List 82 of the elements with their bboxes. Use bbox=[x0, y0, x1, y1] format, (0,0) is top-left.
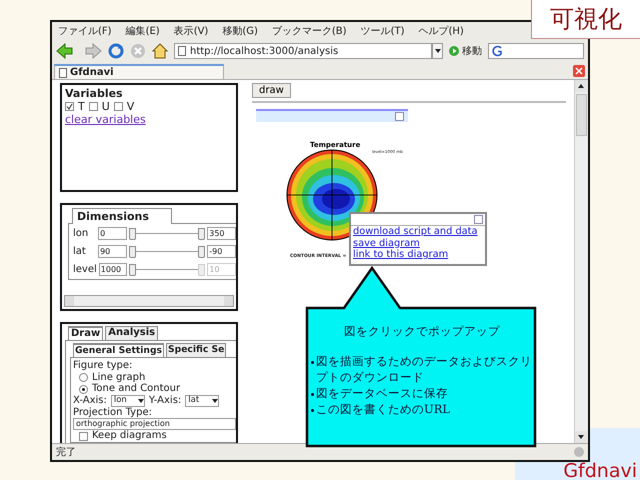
bullet-icon bbox=[311, 361, 314, 364]
caret-icon bbox=[212, 398, 218, 403]
field-label: Projection Type: bbox=[73, 406, 153, 418]
checkbox-label: T bbox=[78, 100, 85, 113]
menu-item[interactable]: ブックマーク(B) bbox=[272, 24, 347, 38]
dropdown-button[interactable] bbox=[432, 43, 443, 59]
draw-button[interactable]: draw bbox=[252, 83, 291, 98]
menu-item[interactable]: ヘルプ(H) bbox=[418, 24, 464, 38]
tab[interactable]: Analysis bbox=[105, 326, 158, 340]
field-label: Y-Axis: bbox=[148, 395, 182, 407]
start-field[interactable]: 0 bbox=[98, 226, 127, 240]
panel-title: Variables bbox=[65, 87, 124, 100]
tab[interactable]: General Settings bbox=[73, 343, 164, 358]
end-field[interactable]: 350 bbox=[207, 226, 236, 240]
dimension-label: level bbox=[73, 264, 97, 275]
dimension-label: lon bbox=[73, 228, 90, 239]
checkbox[interactable] bbox=[114, 102, 123, 111]
popup-link[interactable]: link to this diagram bbox=[351, 249, 448, 260]
callout-title: 図をクリックでポップアップ bbox=[343, 324, 501, 339]
callout-text: 図をデータベースに保存 bbox=[316, 385, 448, 401]
checkbox-label: U bbox=[102, 100, 110, 113]
menu-item[interactable]: 表示(V) bbox=[174, 24, 208, 38]
popup-link[interactable]: save diagram bbox=[351, 238, 420, 249]
clear-variables-link[interactable]: clear variables bbox=[65, 113, 146, 126]
radio-label: Tone and Contour bbox=[92, 383, 180, 395]
radio-button[interactable] bbox=[79, 373, 88, 382]
close-icon[interactable] bbox=[573, 65, 585, 77]
field-label: Figure type: bbox=[73, 360, 134, 372]
logo-text: Gfdnavi bbox=[563, 462, 637, 480]
bullet-icon bbox=[311, 393, 314, 396]
scroll-up-button[interactable] bbox=[575, 80, 587, 92]
popup-link[interactable]: download script and data bbox=[351, 226, 478, 238]
search-engine-icon bbox=[491, 45, 503, 57]
field-label: X-Axis: bbox=[73, 395, 107, 407]
search-field[interactable] bbox=[488, 43, 584, 59]
menu-item[interactable]: ツール(T) bbox=[360, 24, 404, 38]
tab[interactable]: Draw bbox=[68, 326, 104, 340]
url-text: http://localhost:3000/analysis bbox=[190, 46, 338, 56]
radio-button[interactable] bbox=[79, 384, 88, 394]
end-field[interactable]: -90 bbox=[207, 244, 236, 258]
menu-item[interactable]: 移動(G) bbox=[222, 24, 258, 38]
menu-item[interactable]: ファイル(F) bbox=[58, 24, 112, 38]
close-icon[interactable] bbox=[395, 112, 404, 121]
range-slider[interactable] bbox=[129, 263, 206, 276]
x-axis-dropdown[interactable]: lon bbox=[110, 394, 145, 407]
play-icon bbox=[449, 46, 459, 56]
status-text: 完了 bbox=[56, 446, 76, 459]
caret-icon bbox=[578, 84, 584, 88]
checkbox-label: V bbox=[126, 100, 134, 113]
status-icon bbox=[574, 447, 584, 457]
scroll-down-button[interactable] bbox=[575, 431, 587, 443]
tab[interactable]: Specific Se bbox=[166, 343, 226, 358]
page-icon bbox=[178, 46, 186, 56]
reload-icon[interactable] bbox=[108, 43, 124, 59]
projection-field[interactable]: orthographic projection bbox=[73, 418, 236, 430]
callout-text: 図を描画するためのデータおよびスクリプトのダウンロード bbox=[316, 353, 533, 385]
checkbox[interactable] bbox=[88, 102, 98, 111]
y-axis-dropdown[interactable]: lat bbox=[185, 394, 220, 407]
bullet-icon bbox=[311, 409, 314, 412]
callout-text: この図を書くためのURL bbox=[316, 401, 450, 417]
radio-label: Line graph bbox=[92, 372, 146, 384]
horizontal-scrollbar[interactable] bbox=[64, 295, 234, 308]
go-button[interactable]: 移動 bbox=[449, 44, 482, 58]
checkbox-label: Keep diagrams bbox=[92, 430, 167, 442]
caret-icon bbox=[578, 435, 584, 439]
range-slider[interactable] bbox=[128, 245, 206, 258]
caret-icon bbox=[138, 398, 144, 403]
start-field[interactable]: 90 bbox=[98, 244, 127, 258]
slide-title: 可視化 bbox=[531, 0, 640, 39]
dimensions-tab[interactable]: Dimensions bbox=[72, 208, 172, 224]
checkbox[interactable] bbox=[79, 432, 88, 441]
checkbox[interactable] bbox=[65, 102, 74, 111]
close-icon[interactable] bbox=[474, 215, 483, 224]
caret-icon bbox=[434, 49, 440, 53]
address-field[interactable]: http://localhost:3000/analysis bbox=[174, 43, 432, 59]
scrollbar-thumb[interactable] bbox=[576, 94, 587, 136]
home-icon[interactable] bbox=[152, 43, 168, 59]
menu-item[interactable]: 編集(E) bbox=[126, 24, 160, 38]
range-slider[interactable] bbox=[128, 227, 206, 240]
browser-tab[interactable]: Gfdnavi bbox=[54, 64, 224, 79]
page-icon bbox=[59, 68, 67, 78]
dimension-label: lat bbox=[73, 246, 87, 257]
